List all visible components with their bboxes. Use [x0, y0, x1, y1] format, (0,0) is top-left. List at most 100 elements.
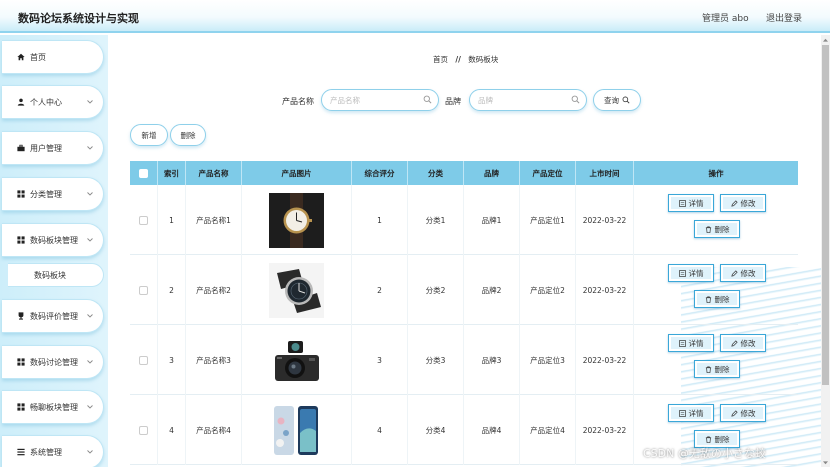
row-checkbox[interactable] — [139, 425, 148, 435]
delete-button[interactable]: 删除 — [694, 290, 740, 308]
row-select-cell — [130, 255, 158, 325]
logout-link[interactable]: 退出登录 — [766, 11, 802, 24]
detail-button[interactable]: 详情 — [668, 334, 714, 352]
table-row: 2 产品名称2 2 分类2 品牌2 产品定位2 2022-03-22 详情 修改… — [130, 255, 798, 325]
breadcrumb-home[interactable]: 首页 — [433, 55, 448, 64]
edit-button[interactable]: 修改 — [720, 334, 766, 352]
sidebar-item-digital-discussion-management[interactable]: 数码讨论管理 — [2, 345, 104, 379]
sidebar-item-label: 用户管理 — [30, 143, 62, 153]
current-user: 管理员 abo — [702, 14, 749, 24]
header-product-image: 产品图片 — [242, 161, 352, 185]
query-button[interactable]: 查询 — [593, 89, 641, 111]
row-checkbox[interactable] — [139, 215, 148, 225]
sidebar-subitem-digital-section[interactable]: 数码板块 — [8, 263, 104, 287]
breadcrumb: 首页 // 数码板块 — [433, 54, 498, 65]
scroll-up-arrow-icon[interactable] — [821, 35, 830, 44]
delete-button[interactable]: 删除 — [694, 220, 740, 238]
header-actions: 操作 — [708, 168, 724, 178]
briefcase-icon — [16, 144, 25, 152]
cell-index: 4 — [158, 395, 186, 465]
table-row: 3 产品名称3 3 分类3 品牌3 产品定位3 2022-03-22 详情 修改… — [130, 325, 798, 395]
detail-button-label: 详情 — [688, 198, 704, 208]
product-image-watch — [269, 262, 324, 318]
chevron-down-icon — [85, 360, 95, 364]
delete-button-label: 删除 — [714, 224, 730, 234]
edit-button-label: 修改 — [740, 338, 756, 348]
delete-button[interactable]: 删除 — [694, 360, 740, 378]
cell-brand: 品牌2 — [464, 255, 520, 325]
batch-delete-button[interactable]: 删除 — [170, 124, 206, 146]
cell-index: 2 — [158, 255, 186, 325]
scrollbar-thumb[interactable] — [822, 45, 829, 385]
detail-button[interactable]: 详情 — [668, 404, 714, 422]
row-select-cell — [130, 395, 158, 465]
row-checkbox[interactable] — [139, 285, 148, 295]
edit-button[interactable]: 修改 — [720, 264, 766, 282]
detail-button-label: 详情 — [688, 268, 704, 278]
sidebar-item-digital-section-management[interactable]: 数码板块管理 — [2, 223, 104, 257]
cell-launch-date: 2022-03-22 — [576, 325, 634, 395]
sidebar-item-label: 首页 — [30, 52, 46, 62]
detail-button[interactable]: 详情 — [668, 264, 714, 282]
header-category: 分类 — [408, 161, 464, 185]
cell-position: 产品定位1 — [520, 185, 576, 255]
breadcrumb-separator: // — [455, 55, 461, 64]
header-brand: 品牌 — [464, 161, 520, 185]
select-all-checkbox[interactable] — [139, 168, 148, 178]
add-button[interactable]: 新增 — [130, 124, 168, 146]
detail-button-label: 详情 — [688, 408, 704, 418]
cell-brand: 品牌1 — [464, 185, 520, 255]
chevron-down-icon — [85, 100, 95, 104]
trash-icon — [705, 366, 711, 373]
search-icon — [571, 95, 580, 106]
delete-button-label: 删除 — [714, 434, 730, 444]
cell-launch-date: 2022-03-22 — [576, 185, 634, 255]
edit-button-label: 修改 — [740, 198, 756, 208]
cell-category: 分类3 — [408, 325, 464, 395]
cell-position: 产品定位2 — [520, 255, 576, 325]
sidebar-item-personal-center[interactable]: 个人中心 — [2, 85, 104, 119]
chevron-down-icon — [85, 238, 95, 242]
brand-label: 品牌 — [445, 97, 461, 106]
sidebar-item-digital-review-management[interactable]: 数码评价管理 — [2, 299, 104, 333]
search-icon — [423, 95, 432, 106]
product-name-input[interactable] — [330, 95, 410, 105]
trash-icon — [705, 436, 711, 443]
batch-delete-button-label: 删除 — [180, 130, 196, 140]
chevron-down-icon — [85, 146, 95, 150]
sidebar-item-home[interactable]: 首页 — [2, 40, 104, 74]
chevron-down-icon — [85, 192, 95, 196]
sidebar-item-label: 畅聊板块管理 — [30, 402, 78, 412]
sidebar-item-chat-section-management[interactable]: 畅聊板块管理 — [2, 390, 104, 424]
sidebar-item-user-management[interactable]: 用户管理 — [2, 131, 104, 165]
cell-brand: 品牌3 — [464, 325, 520, 395]
trophy-icon — [16, 312, 25, 320]
cell-position: 产品定位4 — [520, 395, 576, 465]
brand-input[interactable] — [478, 95, 558, 105]
detail-button[interactable]: 详情 — [668, 194, 714, 212]
sidebar-subitem-label: 数码板块 — [34, 270, 66, 280]
row-checkbox[interactable] — [139, 355, 148, 365]
grid-icon — [16, 190, 25, 198]
search-icon — [622, 96, 630, 104]
detail-button-label: 详情 — [688, 338, 704, 348]
scroll-down-arrow-icon[interactable] — [821, 458, 830, 467]
query-button-label: 查询 — [604, 95, 619, 105]
header-position: 产品定位 — [520, 161, 576, 185]
product-image-watch — [269, 192, 324, 248]
grid-icon — [16, 358, 25, 366]
brand-search-box — [469, 89, 587, 111]
document-icon — [678, 199, 686, 207]
sidebar-item-system-management[interactable]: 系统管理 — [2, 435, 104, 467]
cell-brand: 品牌4 — [464, 395, 520, 465]
cell-actions: 详情 修改 删除 — [634, 255, 798, 325]
edit-button[interactable]: 修改 — [720, 404, 766, 422]
row-select-cell — [130, 325, 158, 395]
sidebar-item-category-management[interactable]: 分类管理 — [2, 177, 104, 211]
sidebar: 首页 个人中心 用户管理 分类管理 数码板块管理 数码板块 数码评价管理 数码讨… — [0, 35, 108, 467]
vertical-scrollbar[interactable] — [821, 35, 830, 467]
grid-icon — [16, 236, 25, 244]
edit-button[interactable]: 修改 — [720, 194, 766, 212]
edit-button-label: 修改 — [740, 268, 756, 278]
header-select-all[interactable] — [130, 161, 158, 185]
